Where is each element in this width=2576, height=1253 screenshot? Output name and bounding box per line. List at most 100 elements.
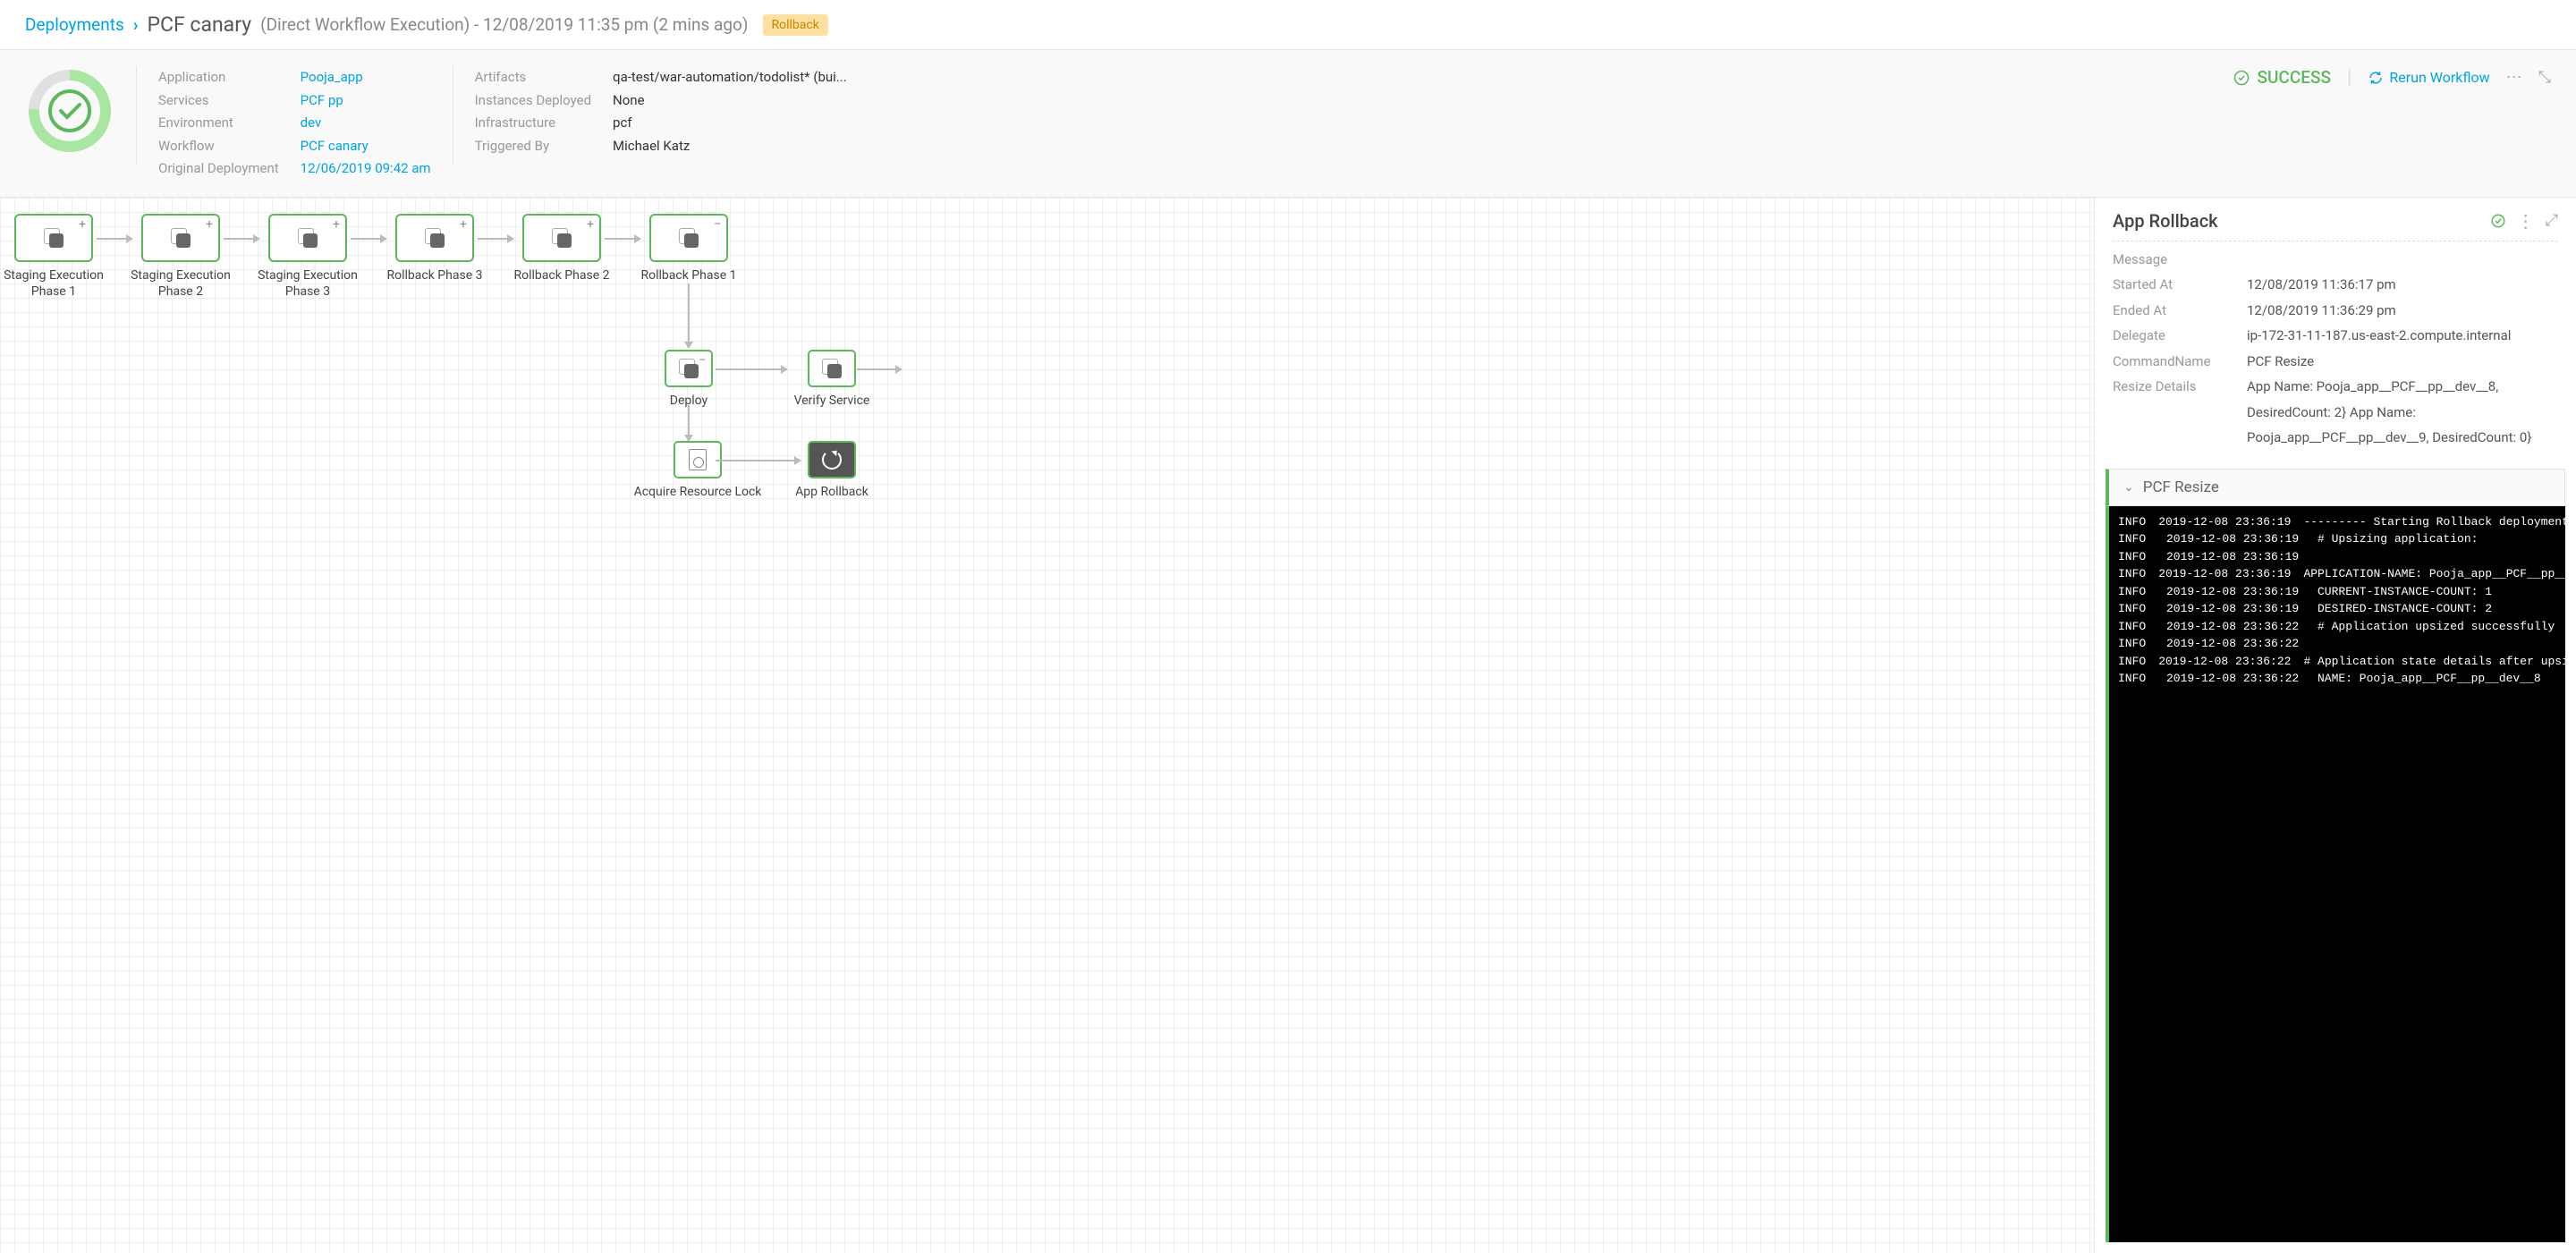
node-label: Staging Execution Phase 1 (0, 267, 107, 300)
meta-key: Application (158, 66, 279, 89)
node-label: Staging Execution Phase 2 (127, 267, 234, 300)
more-vertical-icon[interactable]: ⋮ (2517, 210, 2535, 232)
refresh-icon (2368, 70, 2384, 86)
stack-icon (552, 228, 572, 248)
meta-key: Instances Deployed (475, 89, 591, 113)
arrow-icon (716, 368, 787, 370)
status-badge: SUCCESS (2233, 67, 2331, 88)
collapse-sign: − (699, 353, 706, 368)
collapse-icon[interactable]: ⤡ (2538, 68, 2551, 87)
log-section-title: PCF Resize (2143, 478, 2219, 496)
lock-document-icon (689, 449, 707, 470)
chevron-right-icon: › (133, 14, 139, 35)
check-circle-icon (2233, 70, 2250, 86)
workflow-subnode-verify[interactable]: Verify Service (778, 350, 886, 409)
workflow-subnode-app-rollback[interactable]: App Rollback (787, 441, 877, 500)
detail-val: 12/08/2019 11:36:17 pm (2247, 272, 2558, 298)
success-gauge-icon (25, 66, 114, 156)
meta-key: Original Deployment (158, 157, 279, 181)
detail-meta: Message Started At12/08/2019 11:36:17 pm… (2095, 241, 2576, 463)
log-section-header[interactable]: ⌄ PCF Resize (2106, 469, 2565, 506)
log-row: INFO2019-12-08 23:36:19CURRENT-INSTANCE-… (2118, 583, 2556, 601)
workflow-node[interactable]: + Rollback Phase 3 (381, 214, 488, 284)
detail-key: Resize Details (2113, 374, 2247, 451)
workflow-subnode-acquire[interactable]: Acquire Resource Lock (626, 441, 769, 500)
node-label: Rollback Phase 3 (381, 267, 488, 284)
detail-val: PCF Resize (2247, 349, 2558, 375)
workflow-subnode-deploy[interactable]: − Deploy (653, 350, 724, 409)
detail-panel: App Rollback ⋮ ⤢ Message Started At12/08… (2095, 198, 2576, 1253)
log-row: INFO2019-12-08 23:36:22# Application ups… (2118, 618, 2556, 636)
arrow-icon (688, 284, 690, 348)
log-row: INFO2019-12-08 23:36:19 (2118, 548, 2556, 566)
detail-val: ip-172-31-11-187.us-east-2.compute.inter… (2247, 323, 2558, 349)
stack-icon (171, 228, 191, 248)
workflow-node[interactable]: + Staging Execution Phase 1 (0, 214, 107, 300)
stack-icon (425, 228, 445, 248)
arrow-icon (857, 368, 902, 370)
detail-key: Started At (2113, 272, 2247, 298)
log-row: INFO2019-12-08 23:36:22NAME: Pooja_app__… (2118, 670, 2556, 688)
application-link[interactable]: Pooja_app (301, 66, 431, 89)
detail-title: App Rollback (2113, 210, 2479, 232)
meta-key: Environment (158, 112, 279, 135)
detail-key: Message (2113, 247, 2247, 273)
workflow-node[interactable]: + Staging Execution Phase 3 (254, 214, 361, 300)
workflow-node[interactable]: + Staging Execution Phase 2 (127, 214, 234, 300)
workflow-link[interactable]: PCF canary (301, 135, 431, 158)
workflow-node[interactable]: − Rollback Phase 1 (635, 214, 742, 284)
triggered-by-value: Michael Katz (613, 135, 847, 158)
environment-link[interactable]: dev (301, 112, 431, 135)
node-label: Verify Service (778, 393, 886, 409)
node-label: Staging Execution Phase 3 (254, 267, 361, 300)
stack-icon (44, 228, 64, 248)
expand-sign: + (79, 217, 86, 232)
expand-icon[interactable]: ⤢ (2546, 211, 2558, 230)
log-row: INFO2019-12-08 23:36:19# Upsizing applic… (2118, 530, 2556, 548)
detail-key: CommandName (2113, 349, 2247, 375)
collapse-sign: − (714, 217, 721, 232)
log-row: INFO2019-12-08 23:36:19APPLICATION-NAME:… (2118, 565, 2556, 583)
node-label: Rollback Phase 2 (508, 267, 615, 284)
more-menu-icon[interactable]: ⋯ (2506, 68, 2522, 87)
meta-col-left: Application Services Environment Workflo… (158, 66, 431, 181)
workflow-canvas[interactable]: + Staging Execution Phase 1 + Staging Ex… (0, 198, 2095, 1253)
artifact-value: qa-test/war-automation/todolist* (bui... (613, 66, 847, 89)
stack-icon (679, 359, 699, 378)
workflow-node[interactable]: + Rollback Phase 2 (508, 214, 615, 284)
expand-sign: + (587, 217, 594, 232)
page-subtitle: (Direct Workflow Execution) - 12/08/2019… (260, 14, 748, 35)
detail-val (2247, 247, 2558, 273)
stack-icon (298, 228, 318, 248)
breadcrumb-deployments-link[interactable]: Deployments (25, 14, 124, 35)
detail-key: Ended At (2113, 298, 2247, 324)
expand-sign: + (460, 217, 467, 232)
meta-key: Services (158, 89, 279, 113)
node-label: Acquire Resource Lock (626, 484, 769, 500)
stack-icon (822, 359, 842, 378)
log-row: INFO2019-12-08 23:36:19DESIRED-INSTANCE-… (2118, 600, 2556, 618)
breadcrumb: Deployments › PCF canary (Direct Workflo… (0, 0, 2576, 50)
expand-sign: + (333, 217, 340, 232)
rerun-workflow-button[interactable]: Rerun Workflow (2368, 69, 2489, 86)
expand-sign: + (206, 217, 213, 232)
meta-col-right: Artifacts Instances Deployed Infrastruct… (475, 66, 847, 181)
check-circle-icon (2490, 213, 2506, 229)
meta-key: Workflow (158, 135, 279, 158)
log-row: INFO2019-12-08 23:36:19--------- Startin… (2118, 513, 2556, 531)
meta-key: Infrastructure (475, 112, 591, 135)
original-deployment-link[interactable]: 12/06/2019 09:42 am (301, 157, 431, 181)
meta-key: Triggered By (475, 135, 591, 158)
detail-val: 12/08/2019 11:36:29 pm (2247, 298, 2558, 324)
divider: | (2347, 66, 2351, 89)
summary-panel: Application Services Environment Workflo… (0, 50, 2576, 198)
node-label: App Rollback (787, 484, 877, 500)
services-link[interactable]: PCF pp (301, 89, 431, 113)
detail-key: Delegate (2113, 323, 2247, 349)
instances-value: None (613, 89, 847, 113)
divider (136, 66, 137, 165)
meta-key: Artifacts (475, 66, 591, 89)
log-body[interactable]: INFO2019-12-08 23:36:19--------- Startin… (2106, 506, 2565, 1242)
rollback-badge: Rollback (763, 14, 828, 36)
node-label: Rollback Phase 1 (635, 267, 742, 284)
